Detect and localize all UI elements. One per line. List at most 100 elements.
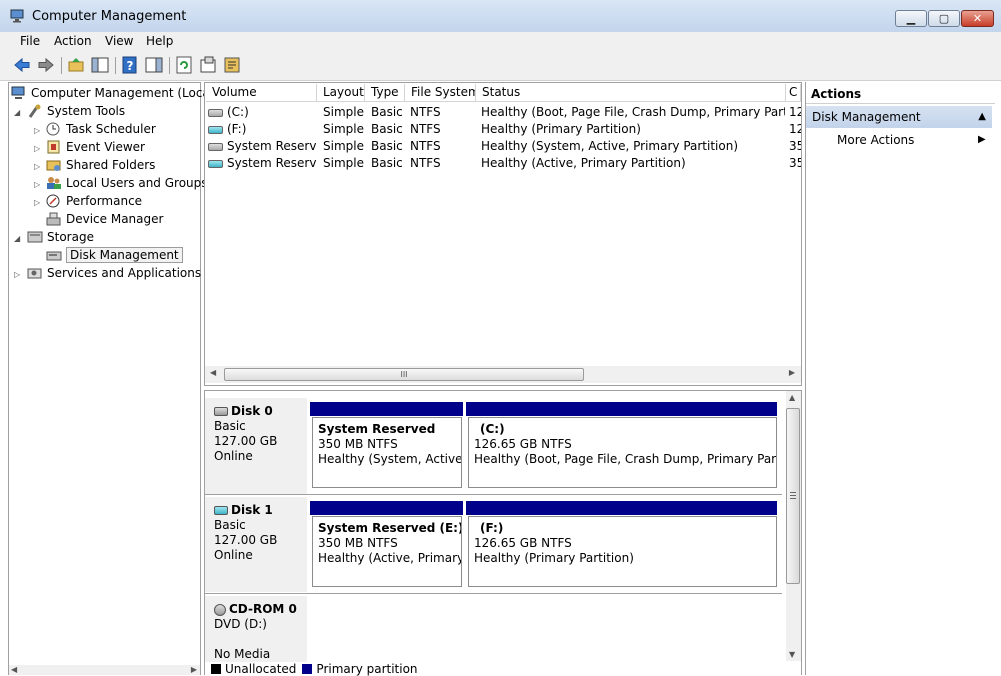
help-icon[interactable]: ? bbox=[121, 56, 139, 74]
unallocated-swatch bbox=[211, 663, 221, 674]
storage-icon bbox=[27, 230, 43, 244]
volume-list[interactable]: Volume Layout Type File System Status C … bbox=[204, 82, 802, 386]
partition-system-reserved-disk0[interactable]: System Reserved 350 MB NTFS Healthy (Sys… bbox=[312, 417, 462, 488]
tree-item-device-manager[interactable]: Device Manager bbox=[46, 210, 163, 228]
legend-primary: Primary partition bbox=[316, 661, 418, 676]
collapse-up-icon[interactable]: ▲ bbox=[978, 106, 986, 128]
table-row[interactable]: (F:) bbox=[208, 121, 316, 138]
cell-file-system: NTFS bbox=[410, 105, 441, 119]
scroll-left-icon[interactable]: ◀ bbox=[210, 368, 216, 377]
expand-icon[interactable]: ▷ bbox=[34, 162, 40, 171]
disk-state: Online bbox=[214, 449, 253, 463]
column-header-capacity[interactable]: C bbox=[786, 84, 801, 102]
cell-status: Healthy (Primary Partition) bbox=[481, 122, 641, 136]
actions-pane bbox=[805, 82, 1001, 675]
tree-label: Services and Applications bbox=[47, 266, 202, 280]
drive-icon bbox=[208, 125, 223, 134]
disk-0-info[interactable]: Disk 0 Basic 127.00 GB Online bbox=[205, 398, 307, 494]
partition-system-reserved-e[interactable]: System Reserved (E:) 350 MB NTFS Healthy… bbox=[312, 516, 462, 587]
tree-item-system-tools[interactable]: System Tools bbox=[27, 102, 125, 120]
cell-capacity: 12 bbox=[789, 122, 801, 136]
table-row[interactable]: System Reserved bbox=[208, 138, 316, 155]
collapse-icon[interactable]: ◢ bbox=[14, 108, 20, 117]
users-icon bbox=[46, 176, 62, 190]
refresh-icon[interactable] bbox=[175, 56, 193, 74]
tree-item-services-applications[interactable]: Services and Applications bbox=[27, 264, 201, 282]
cell-status: Healthy (System, Active, Primary Partiti… bbox=[481, 139, 739, 153]
scroll-up-icon[interactable]: ▲ bbox=[789, 393, 795, 402]
tree-horizontal-scrollbar[interactable]: ◀ ▶ bbox=[9, 665, 200, 675]
tree-item-performance[interactable]: Performance bbox=[46, 192, 142, 210]
collapse-icon[interactable]: ◢ bbox=[14, 234, 20, 243]
disk-management-icon bbox=[46, 248, 62, 262]
console-tree[interactable]: Computer Management (Local) ◢ System Too… bbox=[8, 82, 218, 675]
tree-item-shared-folders[interactable]: Shared Folders bbox=[46, 156, 155, 174]
partition-f[interactable]: (F:) 126.65 GB NTFS Healthy (Primary Par… bbox=[468, 516, 777, 587]
disk-icon bbox=[214, 407, 228, 416]
back-icon[interactable] bbox=[13, 56, 31, 74]
show-hide-tree-icon[interactable] bbox=[91, 56, 109, 74]
actions-header: Actions bbox=[806, 84, 995, 104]
list-scroll-thumb[interactable]: III bbox=[224, 368, 584, 381]
svg-text:?: ? bbox=[127, 59, 134, 73]
tree-item-task-scheduler[interactable]: Task Scheduler bbox=[46, 120, 156, 138]
legend: Unallocated Primary partition bbox=[205, 661, 801, 676]
cdrom-0-info[interactable]: CD-ROM 0 DVD (D:) No Media bbox=[205, 596, 307, 662]
menu-help[interactable]: Help bbox=[146, 34, 173, 48]
menu-view[interactable]: View bbox=[105, 34, 133, 48]
expand-icon[interactable]: ▷ bbox=[14, 270, 20, 279]
up-folder-icon[interactable] bbox=[67, 56, 85, 74]
tree-item-event-viewer[interactable]: Event Viewer bbox=[46, 138, 145, 156]
expand-icon[interactable]: ▷ bbox=[34, 180, 40, 189]
cell-capacity: 35 bbox=[789, 156, 801, 170]
cell-layout: Simple bbox=[323, 105, 364, 119]
tree-item-computer-management[interactable]: Computer Management (Local) bbox=[11, 84, 218, 102]
partition-bar bbox=[310, 402, 463, 416]
expand-icon[interactable]: ▷ bbox=[34, 198, 40, 207]
export-icon[interactable] bbox=[223, 56, 241, 74]
disk-size: 127.00 GB bbox=[214, 434, 278, 448]
scroll-down-icon[interactable]: ▼ bbox=[789, 650, 795, 659]
column-header-layout[interactable]: Layout bbox=[317, 84, 365, 102]
disk-state: No Media bbox=[214, 647, 271, 661]
disk-1-info[interactable]: Disk 1 Basic 127.00 GB Online bbox=[205, 497, 307, 592]
partition-c[interactable]: (C:) 126.65 GB NTFS Healthy (Boot, Page … bbox=[468, 417, 777, 488]
menu-action[interactable]: Action bbox=[54, 34, 92, 48]
partition-bar bbox=[310, 501, 463, 515]
scroll-right-icon[interactable]: ▶ bbox=[789, 368, 795, 377]
more-actions-item[interactable]: More Actions bbox=[837, 133, 914, 147]
expand-icon[interactable]: ▷ bbox=[34, 126, 40, 135]
show-hide-action-pane-icon[interactable] bbox=[145, 56, 163, 74]
column-header-type[interactable]: Type bbox=[365, 84, 405, 102]
shared-folder-icon bbox=[46, 158, 62, 172]
disk-name: Disk 0 bbox=[231, 404, 273, 418]
disk-type: DVD (D:) bbox=[214, 617, 267, 631]
expand-icon[interactable]: ▷ bbox=[34, 144, 40, 153]
actions-section-disk-management[interactable]: Disk Management ▲ bbox=[806, 106, 992, 128]
tree-item-disk-management[interactable]: Disk Management bbox=[46, 246, 183, 264]
menu-file[interactable]: File bbox=[20, 34, 40, 48]
tree-item-storage[interactable]: Storage bbox=[27, 228, 94, 246]
disk-type: Basic bbox=[214, 419, 246, 433]
cell-capacity: 12 bbox=[789, 105, 801, 119]
tree-item-local-users[interactable]: Local Users and Groups bbox=[46, 174, 208, 192]
column-header-status[interactable]: Status bbox=[476, 84, 786, 102]
column-header-file-system[interactable]: File System bbox=[405, 84, 476, 102]
cell-file-system: NTFS bbox=[410, 139, 441, 153]
drive-icon bbox=[208, 159, 223, 168]
table-row[interactable]: (C:) bbox=[208, 104, 316, 121]
performance-icon bbox=[46, 194, 62, 208]
disk-state: Online bbox=[214, 548, 253, 562]
graphical-scroll-thumb[interactable] bbox=[786, 408, 800, 584]
forward-icon[interactable] bbox=[37, 56, 55, 74]
legend-unallocated: Unallocated bbox=[225, 661, 297, 676]
table-row[interactable]: System Reserve... bbox=[208, 155, 316, 172]
column-header-volume[interactable]: Volume bbox=[206, 84, 317, 102]
close-button[interactable]: ✕ bbox=[961, 10, 994, 27]
tree-label: Performance bbox=[66, 194, 143, 208]
minimize-button[interactable]: ▁ bbox=[895, 10, 927, 27]
properties-icon[interactable] bbox=[199, 56, 217, 74]
cell-type: Basic bbox=[371, 139, 403, 153]
cell-type: Basic bbox=[371, 122, 403, 136]
maximize-button[interactable]: ▢ bbox=[928, 10, 960, 27]
